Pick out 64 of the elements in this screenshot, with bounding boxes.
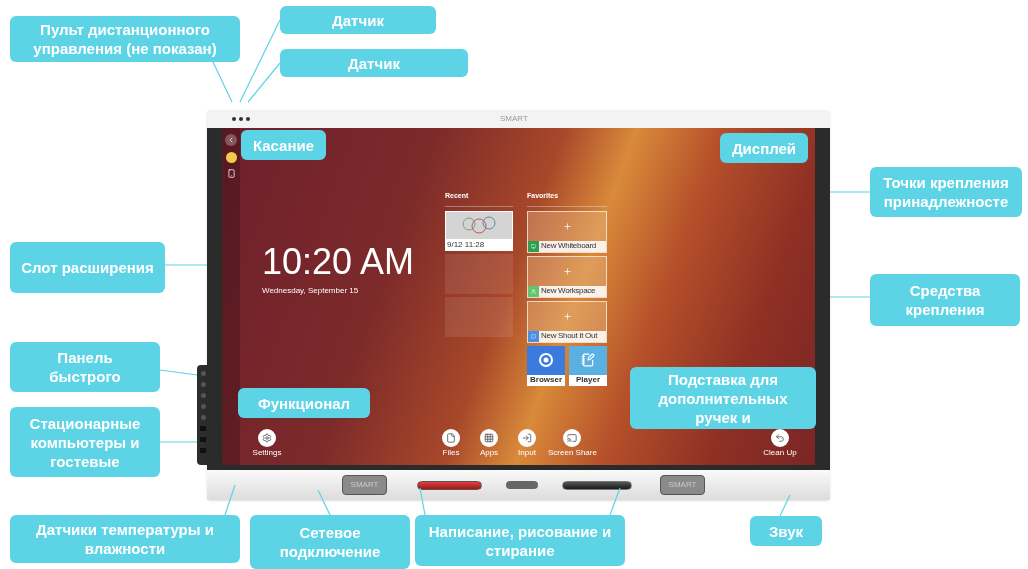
pen-tray-button[interactable] xyxy=(506,481,538,489)
back-button[interactable] xyxy=(225,134,237,146)
leader-line xyxy=(164,264,208,266)
mount-label: Средства крепления xyxy=(870,274,1020,326)
expansion-slot-label: Слот расширения xyxy=(10,242,165,293)
leader-line xyxy=(829,191,871,193)
dock-icon xyxy=(446,433,456,443)
network-label: Сетевое подключение xyxy=(250,515,410,569)
dock-button[interactable]: Clean Up xyxy=(763,429,797,457)
leader-line xyxy=(829,296,871,298)
recent-file-card[interactable]: 9/12 11:28 xyxy=(445,210,513,251)
phone-icon[interactable] xyxy=(226,169,236,178)
new-item-tile[interactable]: New Whiteboard xyxy=(527,210,607,253)
dock-icon xyxy=(522,433,532,443)
display-label: Дисплей xyxy=(720,133,808,163)
brand-logo: SMART xyxy=(500,113,528,125)
leader-line xyxy=(419,487,426,516)
dock-icon xyxy=(775,433,785,443)
sketch-thumbnail xyxy=(446,211,512,239)
plus-icon xyxy=(562,221,572,231)
dock-button[interactable]: Files xyxy=(434,429,468,457)
clock-time: 10:20 AM xyxy=(262,244,416,280)
clock-date: Wednesday, September 15 xyxy=(262,285,360,297)
leader-line xyxy=(609,487,621,516)
pen[interactable] xyxy=(417,480,482,490)
notebook-icon xyxy=(581,353,595,367)
remote-label: Пульт дистанционного управления (не показан) xyxy=(10,16,240,62)
feature-label: Функционал xyxy=(238,388,370,418)
accessory-points-label: Точки крепления принадлежносте xyxy=(870,167,1022,217)
sensor-dots-icon xyxy=(232,117,250,121)
file-date: 9/12 11:28 xyxy=(446,239,486,250)
dock-button[interactable]: Apps xyxy=(472,429,506,457)
browser-logo-icon xyxy=(539,353,553,367)
new-item-tile[interactable]: New Workspace xyxy=(527,255,607,298)
dock-icon xyxy=(484,433,494,443)
panel-label: Панель быстрого xyxy=(10,342,160,392)
pen[interactable] xyxy=(562,480,632,490)
leader-line xyxy=(779,494,791,517)
sound-label: Звук xyxy=(750,516,822,546)
chevron-left-icon xyxy=(227,136,235,144)
app-tile[interactable]: Browser xyxy=(527,345,565,386)
leader-line xyxy=(159,369,198,376)
leader-line xyxy=(212,61,233,103)
dock-icon xyxy=(567,433,578,443)
app-tile[interactable]: Player xyxy=(569,345,607,386)
writing-label: Написание, рисование и стирание xyxy=(415,515,625,566)
empty-slot xyxy=(445,253,513,294)
avatar-icon[interactable] xyxy=(225,152,237,163)
leader-line xyxy=(224,484,236,516)
sensor-label: Датчик xyxy=(280,6,436,34)
new-item-tile[interactable]: New Shout It Out xyxy=(527,300,607,343)
sensor-label: Датчик xyxy=(280,49,468,77)
leader-line xyxy=(317,489,331,516)
pen-tray-label: Подставка для дополнительных ручек и xyxy=(630,367,816,429)
dock-icon xyxy=(262,433,272,443)
touch-label: Касание xyxy=(241,130,326,160)
plus-icon xyxy=(562,311,572,321)
computers-label: Стационарные компьютеры и гостевые xyxy=(10,407,160,477)
leader-line xyxy=(159,441,198,443)
plus-icon xyxy=(562,266,572,276)
empty-slot xyxy=(445,296,513,337)
dock-button[interactable]: Screen Share xyxy=(548,429,597,457)
dock-button[interactable]: Settings xyxy=(250,429,284,457)
temperature-sensors-label: Датчики температуры и влажности xyxy=(10,515,240,563)
